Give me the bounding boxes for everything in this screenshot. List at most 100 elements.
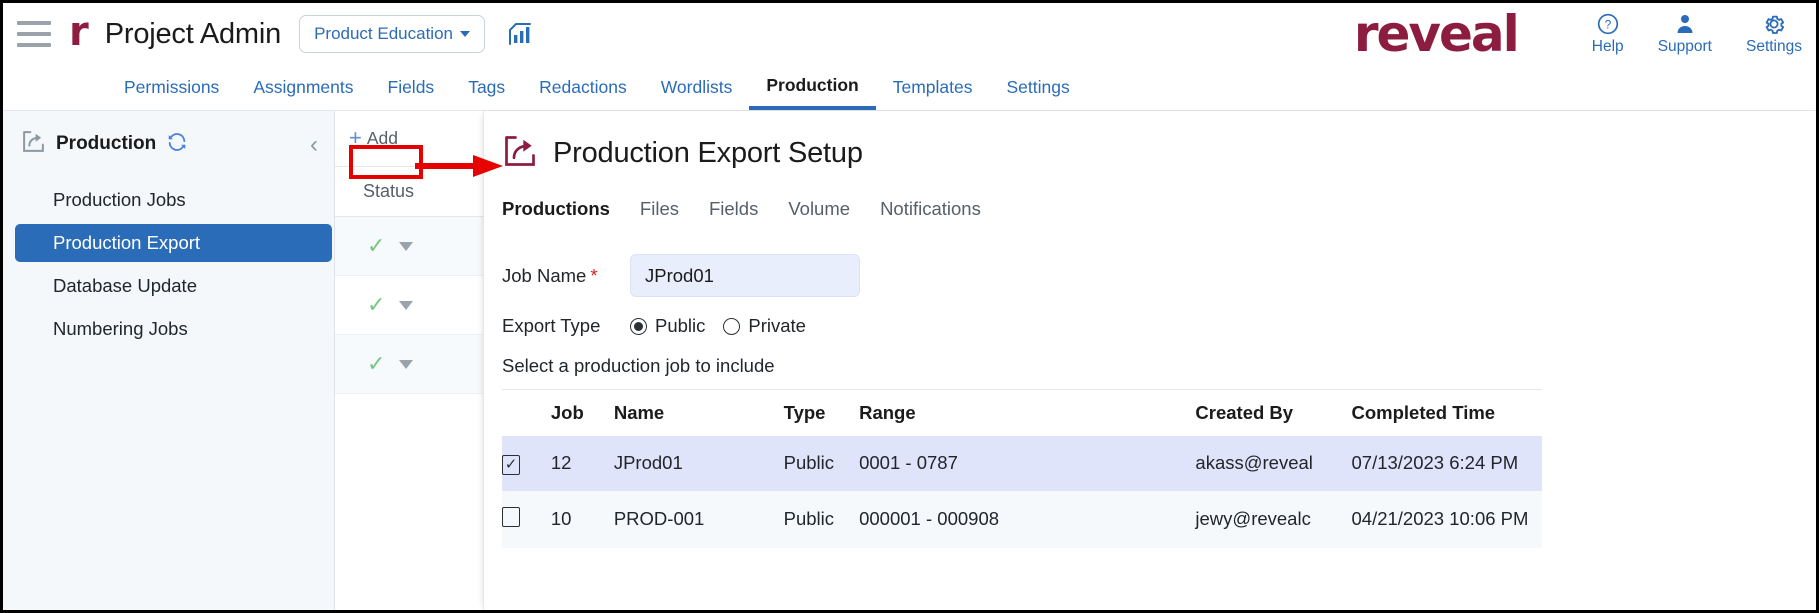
chart-bar-icon[interactable]: [507, 21, 533, 47]
row-checkbox[interactable]: [502, 506, 520, 527]
panel-tab-notifications[interactable]: Notifications: [880, 198, 981, 220]
sidebar-item-production-jobs[interactable]: Production Jobs: [15, 181, 332, 219]
radio-private[interactable]: Private: [723, 315, 806, 337]
table-row[interactable]: ✓ 12 JProd01 Public 0001 - 0787 akass@re…: [502, 436, 1542, 491]
svg-text:?: ?: [1604, 18, 1611, 32]
caret-down-icon[interactable]: [399, 300, 414, 310]
column-header-created-by[interactable]: Created By: [1195, 389, 1352, 436]
required-marker: *: [590, 264, 598, 286]
support-person-icon: [1673, 12, 1697, 36]
radio-private-indicator[interactable]: [723, 317, 741, 335]
panel-tab-files-label: Files: [639, 198, 679, 219]
radio-private-label: Private: [748, 315, 806, 336]
table-row[interactable]: 10 PROD-001 Public 000001 - 000908 jewy@…: [502, 490, 1542, 548]
panel-tab-productions-label: Productions: [502, 198, 610, 219]
chevron-left-icon[interactable]: ‹: [310, 133, 318, 157]
panel-tab-volume-label: Volume: [788, 198, 851, 219]
caret-down-icon[interactable]: [399, 241, 414, 251]
reveal-logo: reveal: [1353, 5, 1520, 63]
sidebar-header: Production: [3, 129, 334, 159]
cell-completed-time: 04/21/2023 10:06 PM: [1351, 490, 1542, 548]
production-export-setup-panel: Production Export Setup Productions File…: [483, 111, 1816, 610]
tab-assignments[interactable]: Assignments: [236, 65, 370, 110]
column-header-completed-time[interactable]: Completed Time: [1351, 389, 1542, 436]
export-type-label: Export Type: [502, 315, 601, 336]
caret-down-icon[interactable]: [399, 359, 414, 369]
cell-range: 0001 - 0787: [859, 436, 1196, 491]
row-checkbox[interactable]: ✓: [502, 454, 520, 475]
column-header-checkbox: [502, 389, 551, 436]
panel-tab-volume[interactable]: Volume: [788, 198, 850, 220]
production-jobs-table: Job Name Type Range Created By Completed…: [502, 389, 1542, 548]
list-item[interactable]: ✓: [335, 335, 483, 394]
add-button-container: + Add: [335, 111, 483, 151]
support-button[interactable]: Support: [1658, 12, 1712, 56]
job-name-row: Job Name *: [502, 254, 1816, 297]
refresh-icon[interactable]: [166, 131, 188, 158]
panel-title-row: Production Export Setup: [502, 133, 1816, 174]
list-item[interactable]: ✓: [335, 217, 483, 276]
green-check-icon: ✓: [367, 292, 386, 317]
cell-name: JProd01: [613, 436, 784, 491]
cell-range: 000001 - 000908: [859, 490, 1196, 548]
job-name-input[interactable]: [630, 254, 860, 297]
sidebar-item-numbering-jobs-label: Numbering Jobs: [53, 318, 188, 339]
project-selector-dropdown[interactable]: Product Education: [299, 15, 485, 53]
panel-tab-files[interactable]: Files: [640, 198, 679, 220]
column-header-range[interactable]: Range: [859, 389, 1196, 436]
tab-templates[interactable]: Templates: [876, 65, 990, 110]
panel-tab-productions[interactable]: Productions: [502, 198, 610, 220]
select-production-hint: Select a production job to include: [502, 355, 775, 376]
sidebar-item-production-export[interactable]: Production Export: [15, 224, 332, 262]
sidebar-item-database-update-label: Database Update: [53, 275, 197, 296]
help-button[interactable]: ? Help: [1592, 12, 1624, 56]
help-label: Help: [1591, 38, 1624, 55]
sidebar-item-production-jobs-label: Production Jobs: [53, 189, 186, 210]
sidebar-item-numbering-jobs[interactable]: Numbering Jobs: [15, 310, 332, 348]
hamburger-menu-icon[interactable]: [17, 21, 51, 47]
chevron-down-icon: [459, 31, 470, 37]
tab-wordlists-label: Wordlists: [660, 77, 733, 97]
column-header-job[interactable]: Job: [550, 389, 614, 436]
row-checkbox-cell[interactable]: ✓: [502, 436, 551, 491]
tab-tags[interactable]: Tags: [451, 65, 522, 110]
tab-templates-label: Templates: [892, 77, 973, 97]
tab-permissions[interactable]: Permissions: [107, 65, 236, 110]
sidebar-item-database-update[interactable]: Database Update: [15, 267, 332, 305]
panel-tab-notifications-label: Notifications: [880, 198, 981, 219]
row-checkbox-cell[interactable]: [502, 490, 551, 548]
cell-type: Public: [783, 490, 860, 548]
export-type-row: Export Type Public Private: [502, 315, 1816, 337]
export-type-radio-group: Public Private: [630, 315, 806, 337]
green-check-icon: ✓: [367, 233, 386, 258]
column-header-type[interactable]: Type: [783, 389, 860, 436]
page-body: Production ‹ Production Jobs Production …: [3, 111, 1816, 610]
sidebar-item-production-export-label: Production Export: [53, 232, 201, 253]
tab-production[interactable]: Production: [749, 65, 876, 110]
radio-public[interactable]: Public: [630, 315, 705, 337]
panel-tab-fields-label: Fields: [708, 198, 759, 219]
add-button[interactable]: + Add: [345, 125, 402, 151]
panel-title: Production Export Setup: [553, 137, 863, 169]
cell-job: 10: [550, 490, 614, 548]
tab-settings-label: Settings: [1006, 77, 1070, 97]
production-export-icon: [502, 133, 538, 174]
table-header-row: Job Name Type Range Created By Completed…: [502, 389, 1542, 436]
tab-fields-label: Fields: [387, 77, 435, 97]
table-head: Job Name Type Range Created By Completed…: [502, 389, 1542, 436]
list-item[interactable]: ✓: [335, 276, 483, 335]
tab-permissions-label: Permissions: [124, 77, 220, 97]
tab-wordlists[interactable]: Wordlists: [644, 65, 750, 110]
panel-tabs: Productions Files Fields Volume Notifica…: [502, 198, 1816, 220]
tab-production-label: Production: [766, 75, 859, 95]
column-header-name[interactable]: Name: [613, 389, 784, 436]
support-label: Support: [1657, 38, 1712, 55]
tab-tags-label: Tags: [468, 77, 506, 97]
tab-redactions[interactable]: Redactions: [522, 65, 644, 110]
tab-settings[interactable]: Settings: [989, 65, 1086, 110]
tab-fields[interactable]: Fields: [371, 65, 452, 110]
settings-button[interactable]: Settings: [1746, 12, 1802, 56]
production-export-icon: [21, 129, 46, 159]
panel-tab-fields[interactable]: Fields: [709, 198, 758, 220]
radio-public-indicator[interactable]: [630, 317, 647, 335]
